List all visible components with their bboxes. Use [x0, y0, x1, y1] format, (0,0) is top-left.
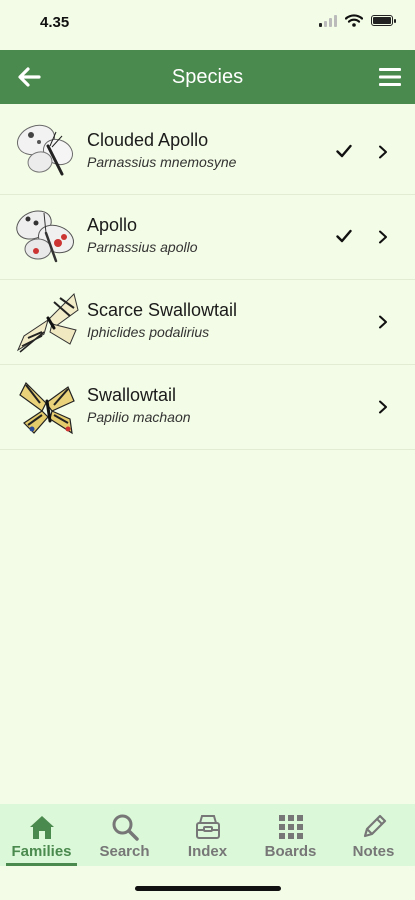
cellular-signal-icon	[319, 14, 337, 27]
chevron-right-icon[interactable]	[378, 315, 388, 329]
chevron-right-icon[interactable]	[378, 145, 388, 159]
chevron-right-icon[interactable]	[378, 400, 388, 414]
species-names: Swallowtail Papilio machaon	[87, 385, 191, 425]
latin-name: Papilio machaon	[87, 409, 191, 425]
tab-index[interactable]: Index	[166, 804, 249, 866]
bottom-tab-bar: Families Search Index Boards Notes	[0, 804, 415, 866]
menu-icon[interactable]	[377, 64, 403, 90]
check-icon	[336, 229, 352, 243]
wifi-icon	[345, 14, 363, 27]
common-name: Scarce Swallowtail	[87, 300, 238, 320]
scarce-swallowtail-image	[16, 293, 79, 353]
apollo-image	[16, 210, 74, 263]
battery-icon	[371, 15, 396, 26]
species-row-clouded-apollo[interactable]: Clouded Apollo Parnassius mnemosyne	[0, 110, 415, 195]
status-time: 4.35	[40, 14, 70, 31]
tab-boards[interactable]: Boards	[249, 804, 332, 866]
clouded-apollo-image	[17, 124, 74, 176]
pencil-icon	[363, 814, 386, 838]
tab-label: Boards	[264, 843, 317, 860]
check-icon	[336, 144, 352, 158]
grid-icon	[278, 815, 303, 839]
species-names: Apollo Parnassius apollo	[87, 215, 198, 255]
species-names: Scarce Swallowtail Iphiclides podalirius	[87, 300, 237, 340]
app-header: Species	[0, 50, 415, 104]
home-icon	[29, 816, 54, 839]
species-list: Clouded Apollo Parnassius mnemosyne Apol…	[0, 110, 415, 450]
bottom-safe-area	[0, 866, 415, 900]
tab-search[interactable]: Search	[83, 804, 166, 866]
search-icon	[112, 814, 139, 841]
species-row-swallowtail[interactable]: Swallowtail Papilio machaon	[0, 365, 415, 450]
home-indicator	[135, 886, 281, 891]
tab-label: Index	[187, 843, 228, 860]
species-row-apollo[interactable]: Apollo Parnassius apollo	[0, 195, 415, 280]
chevron-right-icon[interactable]	[378, 230, 388, 244]
tab-label: Notes	[352, 843, 395, 860]
tab-families[interactable]: Families	[0, 804, 83, 866]
common-name: Swallowtail	[87, 385, 177, 405]
tab-label: Families	[11, 843, 72, 860]
page-title: Species	[171, 66, 244, 88]
common-name: Clouded Apollo	[87, 130, 209, 150]
latin-name: Iphiclides podalirius	[87, 324, 210, 340]
tab-label: Search	[99, 843, 150, 860]
species-names: Clouded Apollo Parnassius mnemosyne	[87, 130, 236, 170]
status-icons	[319, 14, 396, 27]
status-bar: 4.35	[0, 0, 415, 50]
latin-name: Parnassius apollo	[87, 239, 198, 255]
common-name: Apollo	[87, 215, 138, 235]
index-icon	[195, 815, 220, 839]
species-row-scarce-swallowtail[interactable]: Scarce Swallowtail Iphiclides podalirius	[0, 280, 415, 365]
swallowtail-image	[19, 381, 75, 435]
latin-name: Parnassius mnemosyne	[87, 154, 237, 170]
tab-notes[interactable]: Notes	[332, 804, 415, 866]
